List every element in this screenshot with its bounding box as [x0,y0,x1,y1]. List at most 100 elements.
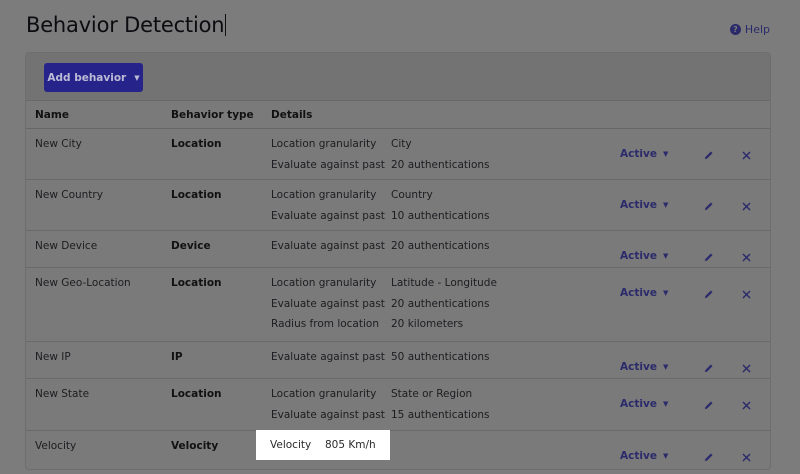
detail-value: 20 authentications [391,240,490,252]
help-label: Help [744,23,770,36]
detail-line: Location granularity State or Region [271,388,472,400]
behavior-type: Location [171,189,222,201]
table-row: New City Location Location granularity City… [26,129,770,180]
behavior-name: Velocity [35,440,77,452]
toolbar: Add behavior ▼ [26,53,770,101]
help-link[interactable]: ? Help [729,23,770,36]
table-row: New Country Location Location granularity C… [26,180,770,231]
status-label: Active [620,250,657,262]
detail-value: Country [391,189,433,201]
detail-line: Evaluate against past 20 authentications [271,298,490,310]
detail-line: Location granularity Latitude - Longitude [271,277,497,289]
detail-value: State or Region [391,388,473,400]
detail-value: 805 Km/h [325,439,376,451]
detail-key: Evaluate against past [271,351,385,363]
x-icon[interactable] [740,149,752,161]
status-label: Active [620,361,657,373]
detail-value: 20 authentications [391,297,490,310]
behavior-type: Location [171,138,222,150]
table-row: Velocity Velocity Active ▼ [26,431,770,469]
caret-down-icon: ▼ [662,400,669,408]
detail-key: Evaluate against past [271,209,385,222]
detail-key: Evaluate against past [271,240,385,252]
detail-line: Evaluate against past 15 authentications [271,409,490,421]
behavior-type: Location [171,388,222,400]
detail-line: Evaluate against past 50 authentications [271,351,490,363]
status-dropdown[interactable]: Active ▼ [620,148,668,160]
add-behavior-label: Add behavior [47,71,127,84]
status-dropdown[interactable]: Active ▼ [620,361,668,373]
status-dropdown[interactable]: Active ▼ [620,250,668,262]
page-title: Behavior Detection [26,13,227,37]
caret-down-icon: ▼ [662,452,669,460]
behavior-name: New Country [35,189,103,201]
behavior-type: Location [171,277,222,289]
x-icon[interactable] [740,251,752,263]
status-label: Active [620,148,657,160]
question-circle-icon: ? [729,24,741,35]
detail-value: Latitude - Longitude [391,277,497,289]
pencil-icon[interactable] [702,399,714,411]
status-label: Active [620,398,657,410]
behavior-name: New Geo-Location [35,277,131,289]
detail-value: 20 kilometers [391,318,464,330]
detail-line: Radius from location 20 kilometers [271,318,463,330]
detail-value: 50 authentications [391,351,490,363]
table-row: New Geo-Location Location Location granula… [26,268,770,342]
caret-down-icon: ▼ [662,289,669,297]
x-icon[interactable] [740,288,752,300]
detail-line: Evaluate against past 10 authentications [271,210,490,222]
behavior-name: New Device [35,240,98,252]
x-icon[interactable] [740,362,752,374]
pencil-icon[interactable] [702,200,714,212]
table-row: New State Location Location granularity Sta… [26,379,770,431]
status-dropdown[interactable]: Active ▼ [620,450,668,462]
behavior-type: IP [171,351,183,363]
detail-key: Location granularity [271,277,377,289]
x-icon[interactable] [740,399,752,411]
behavior-name: New State [35,388,90,400]
detail-key: Radius from location [271,318,379,330]
detail-line: Evaluate against past 20 authentications [271,159,490,171]
x-icon[interactable] [740,451,752,463]
status-label: Active [620,199,657,211]
detail-key: Evaluate against past [271,297,385,310]
caret-down-icon: ▼ [662,363,669,371]
status-label: Active [620,450,657,462]
behavior-name: New City [35,138,82,150]
status-dropdown[interactable]: Active ▼ [620,199,668,211]
behavior-name: New IP [35,351,71,363]
pencil-icon[interactable] [702,149,714,161]
detail-value: City [391,138,412,150]
detail-key: Evaluate against past [271,158,385,171]
caret-down-icon: ▼ [662,252,669,260]
table-row: New IP IP Evaluate against past 50 authenti… [26,342,770,379]
detail-key: Location granularity [271,138,377,150]
header-type: Behavior type [171,109,254,121]
status-dropdown[interactable]: Active ▼ [620,287,668,299]
caret-down-icon: ▼ [134,73,140,82]
detail-key: Location granularity [271,189,377,201]
header-name: Name [35,109,69,121]
table-header: Name Behavior type Details [26,102,770,129]
status-dropdown[interactable]: Active ▼ [620,398,668,410]
detail-value: 20 authentications [391,158,490,171]
status-label: Active [620,287,657,299]
x-icon[interactable] [740,200,752,212]
velocity-detail-highlight: Velocity 805 Km/h [256,430,390,460]
detail-line: Location granularity Country [271,189,433,201]
header-details: Details [271,109,313,121]
behaviors-panel: Add behavior ▼ Name Behavior type Detail… [25,52,771,470]
detail-key: Evaluate against past [271,408,385,421]
table-row: New Device Device Evaluate against past 20 … [26,231,770,268]
pencil-icon[interactable] [702,451,714,463]
detail-value: 15 authentications [391,408,490,421]
detail-line: Location granularity City [271,138,412,150]
pencil-icon[interactable] [702,362,714,374]
pencil-icon[interactable] [702,251,714,263]
detail-key: Location granularity [271,388,377,400]
caret-down-icon: ▼ [662,201,669,209]
add-behavior-button[interactable]: Add behavior ▼ [44,63,143,92]
caret-down-icon: ▼ [662,150,669,158]
pencil-icon[interactable] [702,288,714,300]
